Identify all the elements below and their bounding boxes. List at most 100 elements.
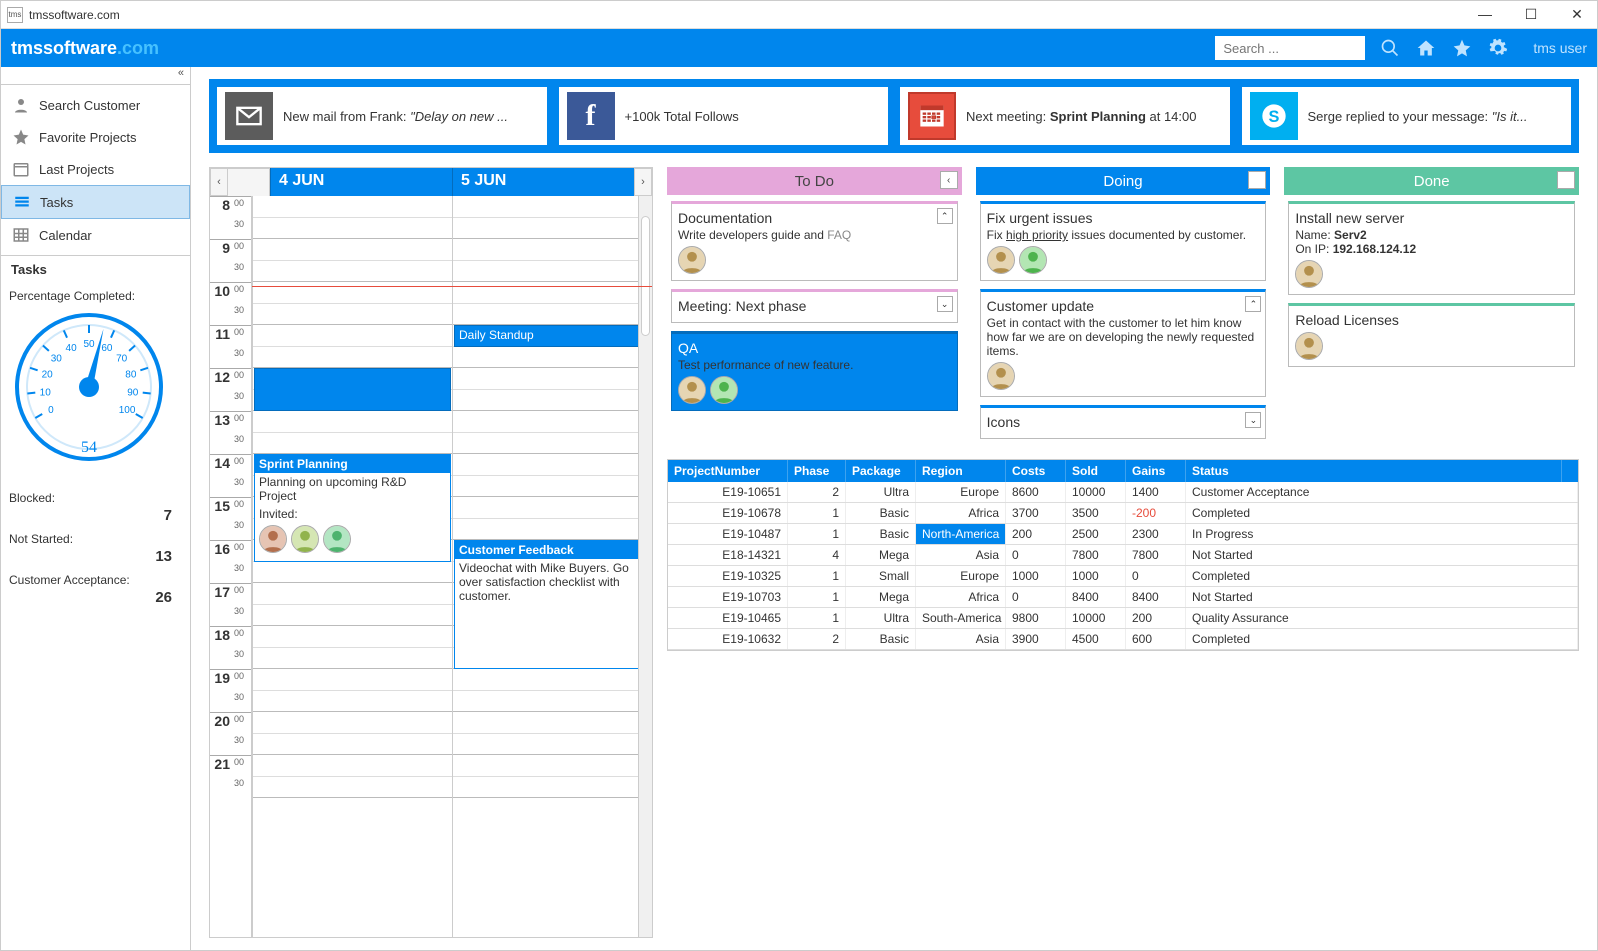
maximize-button[interactable]: ☐ — [1517, 6, 1545, 23]
kanban-card[interactable]: Install new server Name: Serv2On IP: 192… — [1288, 201, 1575, 295]
metric-value: 26 — [9, 589, 182, 606]
search-icon[interactable] — [1379, 37, 1401, 59]
avatar — [1019, 246, 1047, 274]
toolbar: tmssoftware.com tms user — [1, 29, 1597, 67]
svg-text:70: 70 — [116, 354, 128, 365]
kanban-card[interactable]: ⌄ Icons — [980, 405, 1267, 439]
grid-row[interactable]: E19-10487 1 Basic North-America 200 2500… — [668, 524, 1578, 545]
column-collapse-button[interactable]: ‹ — [1557, 171, 1575, 189]
fb-icon: f — [567, 92, 615, 140]
card-title: Reload Licenses — [1295, 312, 1568, 328]
nav-item-label: Calendar — [39, 228, 92, 243]
avatar — [323, 525, 351, 553]
column-collapse-button[interactable]: ‹ — [1248, 171, 1266, 189]
minimize-button[interactable]: ― — [1471, 6, 1499, 23]
grid-row[interactable]: E19-10465 1 Ultra South-America 9800 100… — [668, 608, 1578, 629]
kanban-card[interactable]: QA Test performance of new feature. — [671, 331, 958, 411]
sidebar-collapse-button[interactable]: « — [1, 67, 190, 85]
card-toggle[interactable]: ⌃ — [1245, 296, 1261, 312]
gear-icon[interactable] — [1487, 37, 1509, 59]
grid-icon — [11, 225, 31, 245]
nav-item-tasks[interactable]: Tasks — [1, 185, 190, 219]
grid-row[interactable]: E19-10678 1 Basic Africa 3700 3500 -200 … — [668, 503, 1578, 524]
user-label[interactable]: tms user — [1533, 40, 1587, 56]
brand-main: tmssoftware — [11, 38, 117, 58]
card-toggle[interactable]: ⌄ — [937, 296, 953, 312]
calendar-day-col-2[interactable]: Daily Standup Customer FeedbackVideochat … — [452, 196, 652, 937]
info-tile-skype[interactable]: SSerge replied to your message: "Is it..… — [1242, 87, 1572, 145]
mail-icon — [225, 92, 273, 140]
grid-row[interactable]: E19-10325 1 Small Europe 1000 1000 0 Com… — [668, 566, 1578, 587]
grid-row[interactable]: E19-10703 1 Mega Africa 0 8400 8400 Not … — [668, 587, 1578, 608]
grid-header-cell[interactable]: Region — [916, 460, 1006, 482]
grid-header-cell[interactable]: Package — [846, 460, 916, 482]
calendar-prev-button[interactable]: ‹ — [210, 168, 228, 196]
brand-suffix: .com — [117, 38, 159, 58]
kanban-card[interactable]: ⌃ Customer update Get in contact with th… — [980, 289, 1267, 397]
calendar-event[interactable]: Sprint PlanningPlanning on upcoming R&D … — [254, 454, 451, 562]
calendar-days: Sprint PlanningPlanning on upcoming R&D … — [252, 196, 652, 937]
nav-item-label: Tasks — [40, 195, 73, 210]
search-input[interactable] — [1215, 36, 1365, 60]
grid-header-cell[interactable]: Status — [1186, 460, 1562, 482]
svg-text:80: 80 — [125, 369, 137, 380]
info-tile-cal[interactable]: Next meeting: Sprint Planning at 14:00 — [900, 87, 1230, 145]
card-toggle[interactable]: ⌄ — [1245, 412, 1261, 428]
info-tile-fb[interactable]: f+100k Total Follows — [559, 87, 889, 145]
avatar — [291, 525, 319, 553]
calendar-event[interactable]: Daily Standup — [454, 325, 651, 347]
svg-text:54: 54 — [81, 439, 97, 456]
nav-item-last-projects[interactable]: Last Projects — [1, 153, 190, 185]
kanban-header: To Do‹ — [667, 167, 962, 195]
calendar-scrollbar[interactable] — [638, 196, 652, 937]
content-area: New mail from Frank: "Delay on new ... f+… — [191, 67, 1597, 950]
kanban-card[interactable]: ⌃ Documentation Write developers guide a… — [671, 201, 958, 281]
grid-header-cell[interactable]: Gains — [1126, 460, 1186, 482]
close-button[interactable]: ✕ — [1563, 6, 1591, 23]
nav-item-label: Last Projects — [39, 162, 114, 177]
grid-header-cell[interactable]: Costs — [1006, 460, 1066, 482]
kanban-board: To Do‹ ⌃ Documentation Write developers … — [667, 167, 1579, 445]
card-toggle[interactable]: ⌃ — [937, 208, 953, 224]
grid-header-cell[interactable]: Sold — [1066, 460, 1126, 482]
calendar-time-column: 8003090030100030110030120030130030140030… — [210, 196, 252, 937]
kanban-card[interactable]: Reload Licenses — [1288, 303, 1575, 367]
card-title: Install new server — [1295, 210, 1568, 226]
grid-header-cell[interactable]: Phase — [788, 460, 846, 482]
nav-item-favorite-projects[interactable]: Favorite Projects — [1, 121, 190, 153]
grid-body[interactable]: E19-10651 2 Ultra Europe 8600 10000 1400… — [668, 482, 1578, 650]
tile-text: New mail from Frank: "Delay on new ... — [283, 109, 539, 124]
grid-row[interactable]: E18-14321 4 Mega Asia 0 7800 7800 Not St… — [668, 545, 1578, 566]
star-icon[interactable] — [1451, 37, 1473, 59]
grid-row[interactable]: E19-10632 2 Basic Asia 3900 4500 600 Com… — [668, 629, 1578, 650]
svg-text:60: 60 — [101, 343, 113, 354]
calendar-event[interactable]: Customer FeedbackVideochat with Mike Buy… — [454, 540, 651, 669]
nav-list: Search CustomerFavorite Projects Last Pro… — [1, 85, 190, 255]
titlebar: tms tmssoftware.com ― ☐ ✕ — [1, 1, 1597, 29]
calendar-day-col-1[interactable]: Sprint PlanningPlanning on upcoming R&D … — [252, 196, 452, 937]
metric-label: Blocked: — [9, 491, 182, 505]
column-collapse-button[interactable]: ‹ — [940, 171, 958, 189]
avatar — [259, 525, 287, 553]
kanban-card[interactable]: Fix urgent issues Fix high priority issu… — [980, 201, 1267, 281]
info-tile-mail[interactable]: New mail from Frank: "Delay on new ... — [217, 87, 547, 145]
nav-item-search-customer[interactable]: Search Customer — [1, 89, 190, 121]
grid-row[interactable]: E19-10651 2 Ultra Europe 8600 10000 1400… — [668, 482, 1578, 503]
svg-text:90: 90 — [127, 388, 139, 399]
avatar — [987, 362, 1015, 390]
metric-value: 13 — [9, 548, 182, 565]
home-icon[interactable] — [1415, 37, 1437, 59]
app-favicon: tms — [7, 7, 23, 23]
calendar-event[interactable] — [254, 368, 451, 411]
calendar-day-header-1: 4 JUN — [270, 168, 452, 196]
calendar-next-button[interactable]: › — [634, 168, 652, 196]
card-title: Documentation — [678, 210, 951, 226]
gauge: 0102030405060708090100 54 — [9, 307, 169, 467]
grid-header-cell[interactable]: ProjectNumber — [668, 460, 788, 482]
nav-item-calendar[interactable]: Calendar — [1, 219, 190, 251]
skype-icon: S — [1250, 92, 1298, 140]
kanban-card[interactable]: ⌄ Meeting: Next phase — [671, 289, 958, 323]
brand-logo: tmssoftware.com — [11, 38, 159, 59]
svg-text:40: 40 — [66, 343, 78, 354]
avatar — [678, 246, 706, 274]
